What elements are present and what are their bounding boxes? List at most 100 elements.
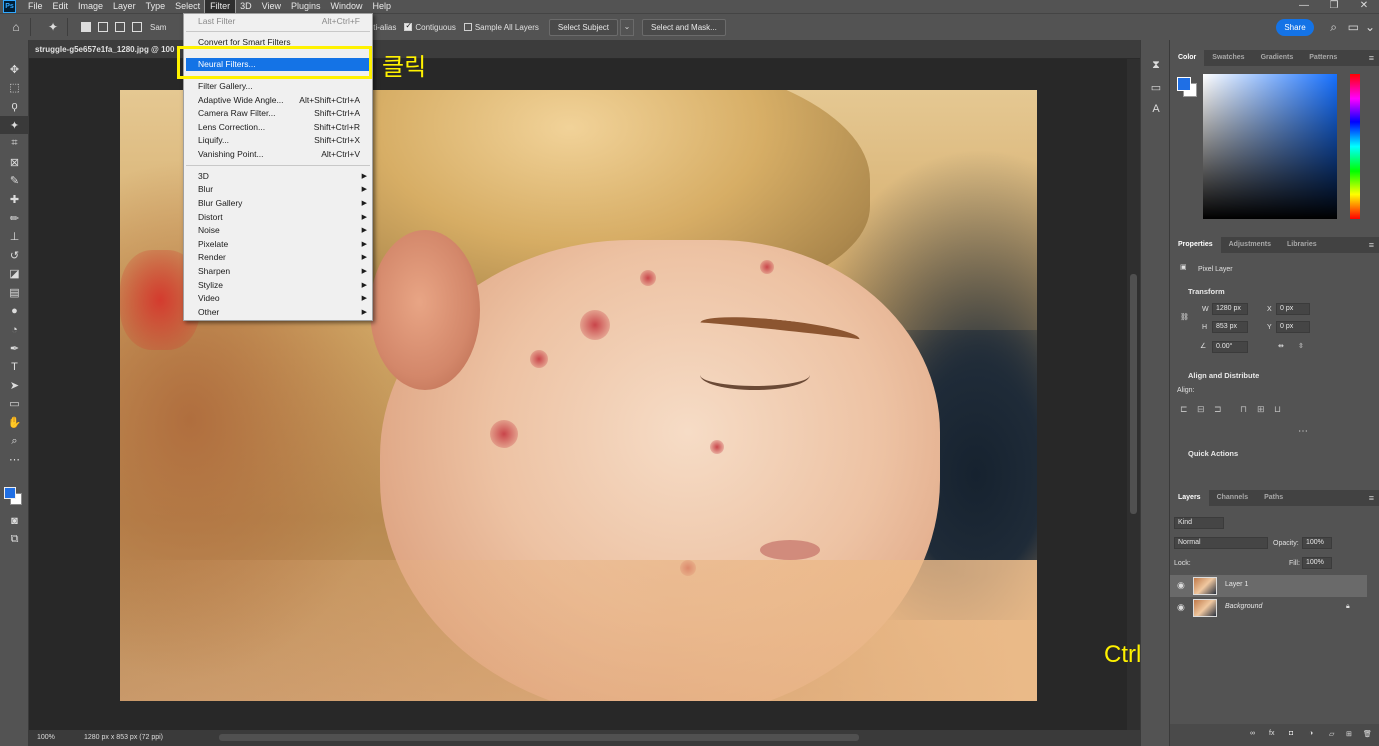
menu-item-liquify[interactable]: Liquify... Shift+Ctrl+X (184, 134, 372, 147)
transform-title[interactable]: Transform (1188, 287, 1225, 296)
blur-tool-icon[interactable]: ● (0, 302, 29, 321)
menu-item-render[interactable]: Render ▶ (184, 251, 372, 264)
tab-gradients[interactable]: Gradients (1253, 50, 1302, 66)
quick-actions-title[interactable]: Quick Actions (1188, 449, 1238, 458)
menu-3d[interactable]: 3D (235, 0, 257, 13)
menu-item-distort[interactable]: Distort ▶ (184, 211, 372, 224)
delete-layer-icon[interactable]: 🗑︎ (1363, 730, 1372, 738)
layer-row-layer-1[interactable]: ◉ Layer 1 (1170, 575, 1367, 597)
adjustment-layer-icon[interactable]: ◑ (1309, 730, 1313, 737)
add-mask-icon[interactable]: ◘ (1289, 730, 1293, 737)
add-selection-icon[interactable] (98, 22, 108, 32)
vertical-scrollbar[interactable] (1127, 59, 1140, 730)
new-group-icon[interactable]: ▱ (1329, 730, 1334, 738)
menu-item-vanishing-point[interactable]: Vanishing Point... Alt+Ctrl+V (184, 148, 372, 161)
menu-item-sharpen[interactable]: Sharpen ▶ (184, 265, 372, 278)
close-button[interactable]: ✕ (1349, 0, 1379, 13)
align-left-icon[interactable]: ⊏ (1180, 404, 1188, 415)
menu-file[interactable]: File (23, 0, 48, 13)
align-center-icon[interactable]: ⊟ (1197, 404, 1205, 415)
zoom-tool-icon[interactable]: ⌕ (0, 432, 29, 451)
marquee-tool-icon[interactable]: ⬚ (0, 79, 29, 98)
eye-icon[interactable]: ◉ (1177, 580, 1185, 591)
rectangle-tool-icon[interactable]: ▭ (0, 395, 29, 414)
layer-name[interactable]: Layer 1 (1225, 581, 1248, 588)
pen-tool-icon[interactable]: ✒ (0, 339, 29, 358)
magic-wand-icon[interactable]: ✦ (45, 19, 61, 35)
height-field[interactable]: 853 px (1212, 321, 1248, 333)
menu-window[interactable]: Window (326, 0, 368, 13)
align-middle-icon[interactable]: ⊞ (1257, 404, 1265, 415)
gradient-tool-icon[interactable]: ▤ (0, 283, 29, 302)
foreground-color-swatch[interactable] (4, 487, 16, 499)
select-subject-dropdown[interactable]: ⌄ (620, 18, 635, 36)
move-tool-icon[interactable]: ✥ (0, 60, 29, 79)
type-tool-icon[interactable]: T (0, 358, 29, 377)
workspace-icon[interactable]: ▭ (1348, 20, 1359, 34)
select-subject-button[interactable]: Select Subject (548, 18, 619, 36)
history-brush-tool-icon[interactable]: ↺ (0, 246, 29, 265)
dodge-tool-icon[interactable]: ◔ (0, 320, 29, 339)
tab-channels[interactable]: Channels (1209, 490, 1257, 506)
brush-tool-icon[interactable]: ✏ (0, 209, 29, 228)
fx-icon[interactable]: fx (1269, 730, 1274, 737)
y-field[interactable]: 0 px (1276, 321, 1310, 333)
character-icon[interactable]: A (1141, 98, 1171, 120)
menu-item-lens-correction[interactable]: Lens Correction... Shift+Ctrl+R (184, 121, 372, 134)
align-right-icon[interactable]: ⊐ (1214, 404, 1222, 415)
menu-item-stylize[interactable]: Stylize ▶ (184, 279, 372, 292)
menu-item-pixelate[interactable]: Pixelate ▶ (184, 238, 372, 251)
subtract-selection-icon[interactable] (115, 22, 125, 32)
menu-filter[interactable]: Filter (204, 0, 237, 14)
tab-patterns[interactable]: Patterns (1301, 50, 1345, 66)
flip-horizontal-icon[interactable]: ⇹ (1278, 342, 1284, 350)
color-picker-field[interactable] (1203, 74, 1337, 219)
menu-select[interactable]: Select (170, 0, 205, 13)
kind-filter-dropdown[interactable]: Kind (1174, 517, 1224, 529)
comments-icon[interactable]: ▭ (1141, 76, 1171, 98)
home-icon[interactable]: ⌂ (8, 19, 24, 35)
menu-item-3d[interactable]: 3D ▶ (184, 170, 372, 183)
crop-tool-icon[interactable]: ⌗ (0, 134, 29, 153)
color-foreground-swatch[interactable] (1177, 77, 1191, 91)
layer-name[interactable]: Background (1225, 603, 1262, 610)
tab-swatches[interactable]: Swatches (1204, 50, 1252, 66)
menu-help[interactable]: Help (368, 0, 397, 13)
hue-slider[interactable] (1350, 74, 1360, 219)
path-selection-tool-icon[interactable]: ➤ (0, 376, 29, 395)
select-and-mask-button[interactable]: Select and Mask... (642, 18, 726, 36)
link-icon[interactable]: ⛓ (1180, 313, 1189, 321)
history-icon[interactable]: ⧗ (1141, 54, 1171, 76)
menu-item-filter-gallery[interactable]: Filter Gallery... (184, 80, 372, 93)
search-icon[interactable]: ⌕ (1330, 20, 1337, 35)
menu-item-blur-gallery[interactable]: Blur Gallery ▶ (184, 197, 372, 210)
new-layer-icon[interactable]: ⊞ (1346, 730, 1352, 738)
minimize-button[interactable]: — (1289, 0, 1319, 13)
tab-adjustments[interactable]: Adjustments (1221, 237, 1279, 253)
lasso-tool-icon[interactable]: ϙ (0, 97, 29, 116)
link-layers-icon[interactable]: ∞ (1250, 730, 1255, 737)
contiguous-checkbox[interactable]: Contiguous (404, 21, 456, 32)
panel-menu-icon[interactable]: ≡ (1369, 53, 1374, 63)
zoom-level[interactable]: 100% (37, 734, 55, 741)
sample-size-label[interactable]: Sam (150, 23, 166, 32)
eye-icon[interactable]: ◉ (1177, 602, 1185, 613)
menu-item-other[interactable]: Other ▶ (184, 306, 372, 319)
tab-properties[interactable]: Properties (1170, 237, 1221, 253)
quick-mask-icon[interactable]: ◙ (0, 512, 29, 531)
more-options-icon[interactable]: ⋯ (1298, 426, 1308, 437)
align-top-icon[interactable]: ⊓ (1240, 404, 1247, 415)
frame-tool-icon[interactable]: ⊠ (0, 153, 29, 172)
hand-tool-icon[interactable]: ✋ (0, 413, 29, 432)
more-tools-icon[interactable]: ⋯ (0, 450, 29, 469)
tab-paths[interactable]: Paths (1256, 490, 1291, 506)
menu-item-blur[interactable]: Blur ▶ (184, 183, 372, 196)
width-field[interactable]: 1280 px (1212, 303, 1248, 315)
menu-item-adaptive-wide-angle[interactable]: Adaptive Wide Angle... Alt+Shift+Ctrl+A (184, 94, 372, 107)
new-selection-icon[interactable] (81, 22, 91, 32)
angle-field[interactable]: 0.00° (1212, 341, 1248, 353)
layer-row-background[interactable]: ◉ Background 🔒︎ (1170, 597, 1367, 619)
intersect-selection-icon[interactable] (132, 22, 142, 32)
horizontal-scrollbar-thumb[interactable] (219, 734, 859, 741)
opacity-field[interactable]: 100% (1302, 537, 1332, 549)
